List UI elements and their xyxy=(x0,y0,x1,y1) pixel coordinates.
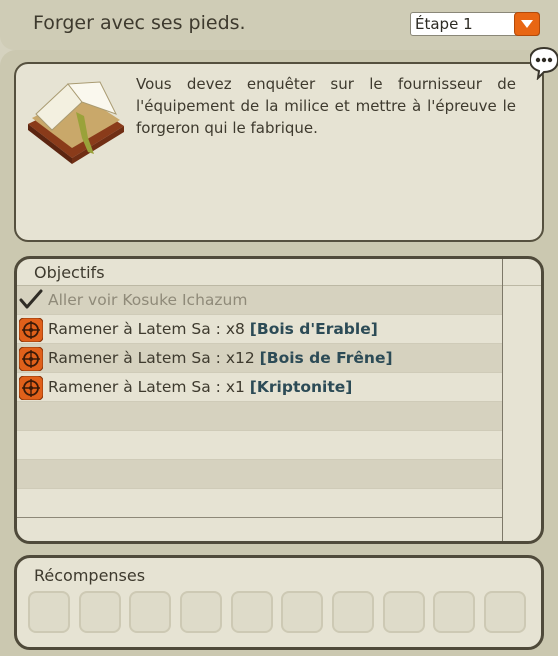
reward-slot[interactable] xyxy=(180,591,222,633)
reward-slot[interactable] xyxy=(383,591,425,633)
reward-slot[interactable] xyxy=(484,591,526,633)
reward-slot[interactable] xyxy=(281,591,323,633)
empty-row xyxy=(17,489,502,518)
divider xyxy=(503,285,541,286)
step-dropdown-value: Étape 1 xyxy=(415,15,473,33)
divider xyxy=(17,517,502,518)
quest-title: Forger avec ses pieds. xyxy=(33,12,246,34)
objective-text: Ramener à Latem Sa : x1 [Kriptonite] xyxy=(48,378,352,396)
objectives-header: Objectifs xyxy=(17,259,502,286)
objectives-list: Aller voir Kosuke Ichazum Ramener à Late… xyxy=(17,286,502,518)
chevron-down-icon xyxy=(521,20,533,28)
chat-bubble-icon[interactable] xyxy=(530,46,558,80)
objective-text: Ramener à Latem Sa : x12 [Bois de Frêne] xyxy=(48,349,393,367)
reward-slot[interactable] xyxy=(231,591,273,633)
objective-row[interactable]: Ramener à Latem Sa : x8 [Bois d'Erable] xyxy=(17,315,502,344)
quest-description-box: Vous devez enquêter sur le fournisseur d… xyxy=(14,62,544,242)
reward-slot[interactable] xyxy=(129,591,171,633)
compass-icon[interactable] xyxy=(19,376,43,400)
reward-slot[interactable] xyxy=(433,591,475,633)
objectives-title: Objectifs xyxy=(34,263,105,282)
column-divider xyxy=(502,259,503,541)
dropdown-arrow-button[interactable] xyxy=(514,12,540,36)
reward-slot[interactable] xyxy=(28,591,70,633)
objective-label: Ramener à Latem Sa : x8 xyxy=(48,320,250,338)
reward-slot[interactable] xyxy=(332,591,374,633)
quest-description: Vous devez enquêter sur le fournisseur d… xyxy=(136,75,516,137)
objectives-panel: Objectifs Aller voir Kosuke Ichazum Rame… xyxy=(14,256,544,544)
objective-label: Ramener à Latem Sa : x1 xyxy=(48,378,250,396)
checkmark-icon xyxy=(19,289,43,309)
objective-row[interactable]: Ramener à Latem Sa : x1 [Kriptonite] xyxy=(17,373,502,402)
objective-text: Aller voir Kosuke Ichazum xyxy=(48,291,248,309)
empty-row xyxy=(17,402,502,431)
item-link[interactable]: [Bois de Frêne] xyxy=(260,349,393,367)
rewards-title: Récompenses xyxy=(34,566,146,585)
compass-icon[interactable] xyxy=(19,347,43,371)
objective-row[interactable]: Ramener à Latem Sa : x12 [Bois de Frêne] xyxy=(17,344,502,373)
objective-text: Ramener à Latem Sa : x8 [Bois d'Erable] xyxy=(48,320,378,338)
empty-row xyxy=(17,431,502,460)
reward-slot[interactable] xyxy=(79,591,121,633)
objective-row[interactable]: Aller voir Kosuke Ichazum xyxy=(17,286,502,315)
rewards-panel: Récompenses xyxy=(14,555,544,650)
book-icon xyxy=(28,81,124,164)
step-dropdown[interactable]: Étape 1 xyxy=(410,12,540,36)
empty-row xyxy=(17,460,502,489)
quest-header: Forger avec ses pieds. Étape 1 xyxy=(0,0,558,50)
item-link[interactable]: [Kriptonite] xyxy=(250,378,353,396)
objective-label: Ramener à Latem Sa : x12 xyxy=(48,349,260,367)
item-link[interactable]: [Bois d'Erable] xyxy=(250,320,378,338)
compass-icon[interactable] xyxy=(19,318,43,342)
